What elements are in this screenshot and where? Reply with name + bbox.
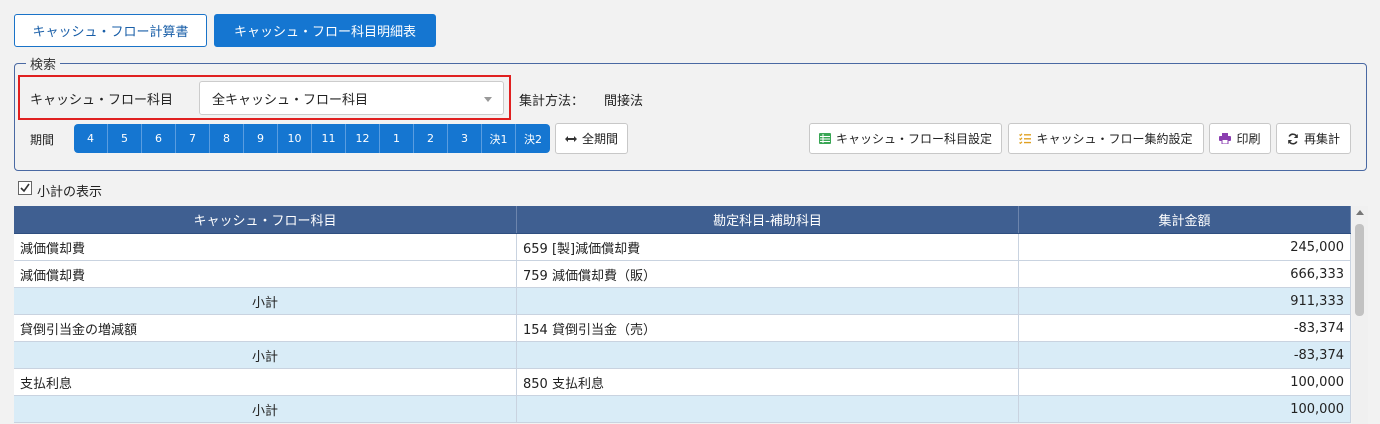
scrollbar-thumb[interactable] bbox=[1355, 224, 1364, 316]
all-period-button[interactable]: 全期間 bbox=[555, 123, 628, 154]
period-button[interactable]: 1 bbox=[380, 124, 414, 153]
cell-cf-item: 減価償却費 bbox=[14, 234, 517, 260]
column-header-account[interactable]: 勘定科目-補助科目 bbox=[517, 206, 1019, 233]
period-button[interactable]: 決1 bbox=[482, 124, 516, 153]
cell-account bbox=[517, 396, 1019, 422]
chevron-down-icon bbox=[484, 97, 492, 102]
cell-account bbox=[517, 288, 1019, 314]
column-header-amount[interactable]: 集計金額 bbox=[1019, 206, 1351, 233]
detail-table: キャッシュ・フロー科目 勘定科目-補助科目 集計金額 減価償却費 659 [製]… bbox=[14, 206, 1351, 423]
cf-item-select-value: 全キャッシュ・フロー科目 bbox=[212, 92, 369, 108]
method-label: 集計方法： bbox=[519, 94, 585, 109]
period-button[interactable]: 11 bbox=[312, 124, 346, 153]
search-legend: 検索 bbox=[26, 54, 61, 73]
period-button[interactable]: 9 bbox=[244, 124, 278, 153]
cell-amount: 100,000 bbox=[1019, 396, 1351, 422]
table-row[interactable]: 貸倒引当金の増減額 154 貸倒引当金（売） -83,374 bbox=[14, 315, 1351, 342]
method-value: 間接法 bbox=[604, 94, 644, 109]
period-button[interactable]: 8 bbox=[210, 124, 244, 153]
refresh-icon bbox=[1287, 132, 1299, 145]
period-button[interactable]: 3 bbox=[448, 124, 482, 153]
subtotal-row: 小計 911,333 bbox=[14, 288, 1351, 315]
cell-amount: 666,333 bbox=[1019, 261, 1351, 287]
tab-cash-flow-statement[interactable]: キャッシュ・フロー計算書 bbox=[14, 14, 207, 47]
period-button[interactable]: 12 bbox=[346, 124, 380, 153]
subtotal-checkbox[interactable] bbox=[18, 181, 32, 195]
recalculate-button[interactable]: 再集計 bbox=[1276, 123, 1351, 154]
table-icon bbox=[818, 133, 831, 144]
period-button[interactable]: 5 bbox=[108, 124, 142, 153]
cell-account bbox=[517, 342, 1019, 368]
cell-account: 659 [製]減価償却費 bbox=[517, 234, 1019, 260]
cell-amount: -83,374 bbox=[1019, 342, 1351, 368]
cell-cf-item: 減価償却費 bbox=[14, 261, 517, 287]
table-row[interactable]: 減価償却費 659 [製]減価償却費 245,000 bbox=[14, 234, 1351, 261]
period-button[interactable]: 4 bbox=[74, 124, 108, 153]
cell-subtotal-label: 小計 bbox=[14, 288, 517, 314]
arrows-horizontal-icon bbox=[564, 135, 577, 143]
scroll-up-arrow-icon[interactable] bbox=[1356, 210, 1364, 215]
list-check-icon bbox=[1019, 133, 1032, 144]
subtotal-row: 小計 100,000 bbox=[14, 396, 1351, 423]
cell-cf-item: 支払利息 bbox=[14, 369, 517, 395]
subtotal-row: 小計 -83,374 bbox=[14, 342, 1351, 369]
print-label: 印刷 bbox=[1236, 132, 1261, 146]
table-row[interactable]: 支払利息 850 支払利息 100,000 bbox=[14, 369, 1351, 396]
cell-account: 850 支払利息 bbox=[517, 369, 1019, 395]
cell-amount: 911,333 bbox=[1019, 288, 1351, 314]
cf-aggregate-settings-button[interactable]: キャッシュ・フロー集約設定 bbox=[1008, 123, 1204, 154]
cf-item-label: キャッシュ・フロー科目 bbox=[30, 93, 174, 108]
cell-cf-item: 貸倒引当金の増減額 bbox=[14, 315, 517, 341]
period-button[interactable]: 6 bbox=[142, 124, 176, 153]
cell-amount: 245,000 bbox=[1019, 234, 1351, 260]
column-header-cf-item[interactable]: キャッシュ・フロー科目 bbox=[14, 206, 517, 233]
cf-item-select[interactable]: 全キャッシュ・フロー科目 bbox=[199, 81, 504, 115]
cf-item-settings-label: キャッシュ・フロー科目設定 bbox=[835, 132, 992, 146]
cell-subtotal-label: 小計 bbox=[14, 396, 517, 422]
recalculate-label: 再集計 bbox=[1303, 132, 1340, 146]
subtotal-label: 小計の表示 bbox=[37, 185, 103, 200]
period-button[interactable]: 決2 bbox=[516, 124, 550, 153]
table-header: キャッシュ・フロー科目 勘定科目-補助科目 集計金額 bbox=[14, 206, 1351, 234]
cell-subtotal-label: 小計 bbox=[14, 342, 517, 368]
check-icon bbox=[20, 183, 30, 193]
period-button[interactable]: 7 bbox=[176, 124, 210, 153]
cell-account: 759 減価償却費（販） bbox=[517, 261, 1019, 287]
cf-aggregate-settings-label: キャッシュ・フロー集約設定 bbox=[1036, 132, 1193, 146]
tab-cash-flow-item-detail[interactable]: キャッシュ・フロー科目明細表 bbox=[214, 14, 436, 47]
cell-amount: 100,000 bbox=[1019, 369, 1351, 395]
all-period-label: 全期間 bbox=[581, 132, 618, 146]
cf-item-settings-button[interactable]: キャッシュ・フロー科目設定 bbox=[809, 123, 1002, 154]
table-row[interactable]: 減価償却費 759 減価償却費（販） 666,333 bbox=[14, 261, 1351, 288]
print-button[interactable]: 印刷 bbox=[1209, 123, 1271, 154]
period-label: 期間 bbox=[30, 133, 55, 147]
printer-icon bbox=[1219, 133, 1232, 144]
cell-account: 154 貸倒引当金（売） bbox=[517, 315, 1019, 341]
period-button[interactable]: 10 bbox=[278, 124, 312, 153]
period-button-group: 4 5 6 7 8 9 10 11 12 1 2 3 決1 決2 bbox=[74, 124, 550, 153]
period-button[interactable]: 2 bbox=[414, 124, 448, 153]
cell-amount: -83,374 bbox=[1019, 315, 1351, 341]
